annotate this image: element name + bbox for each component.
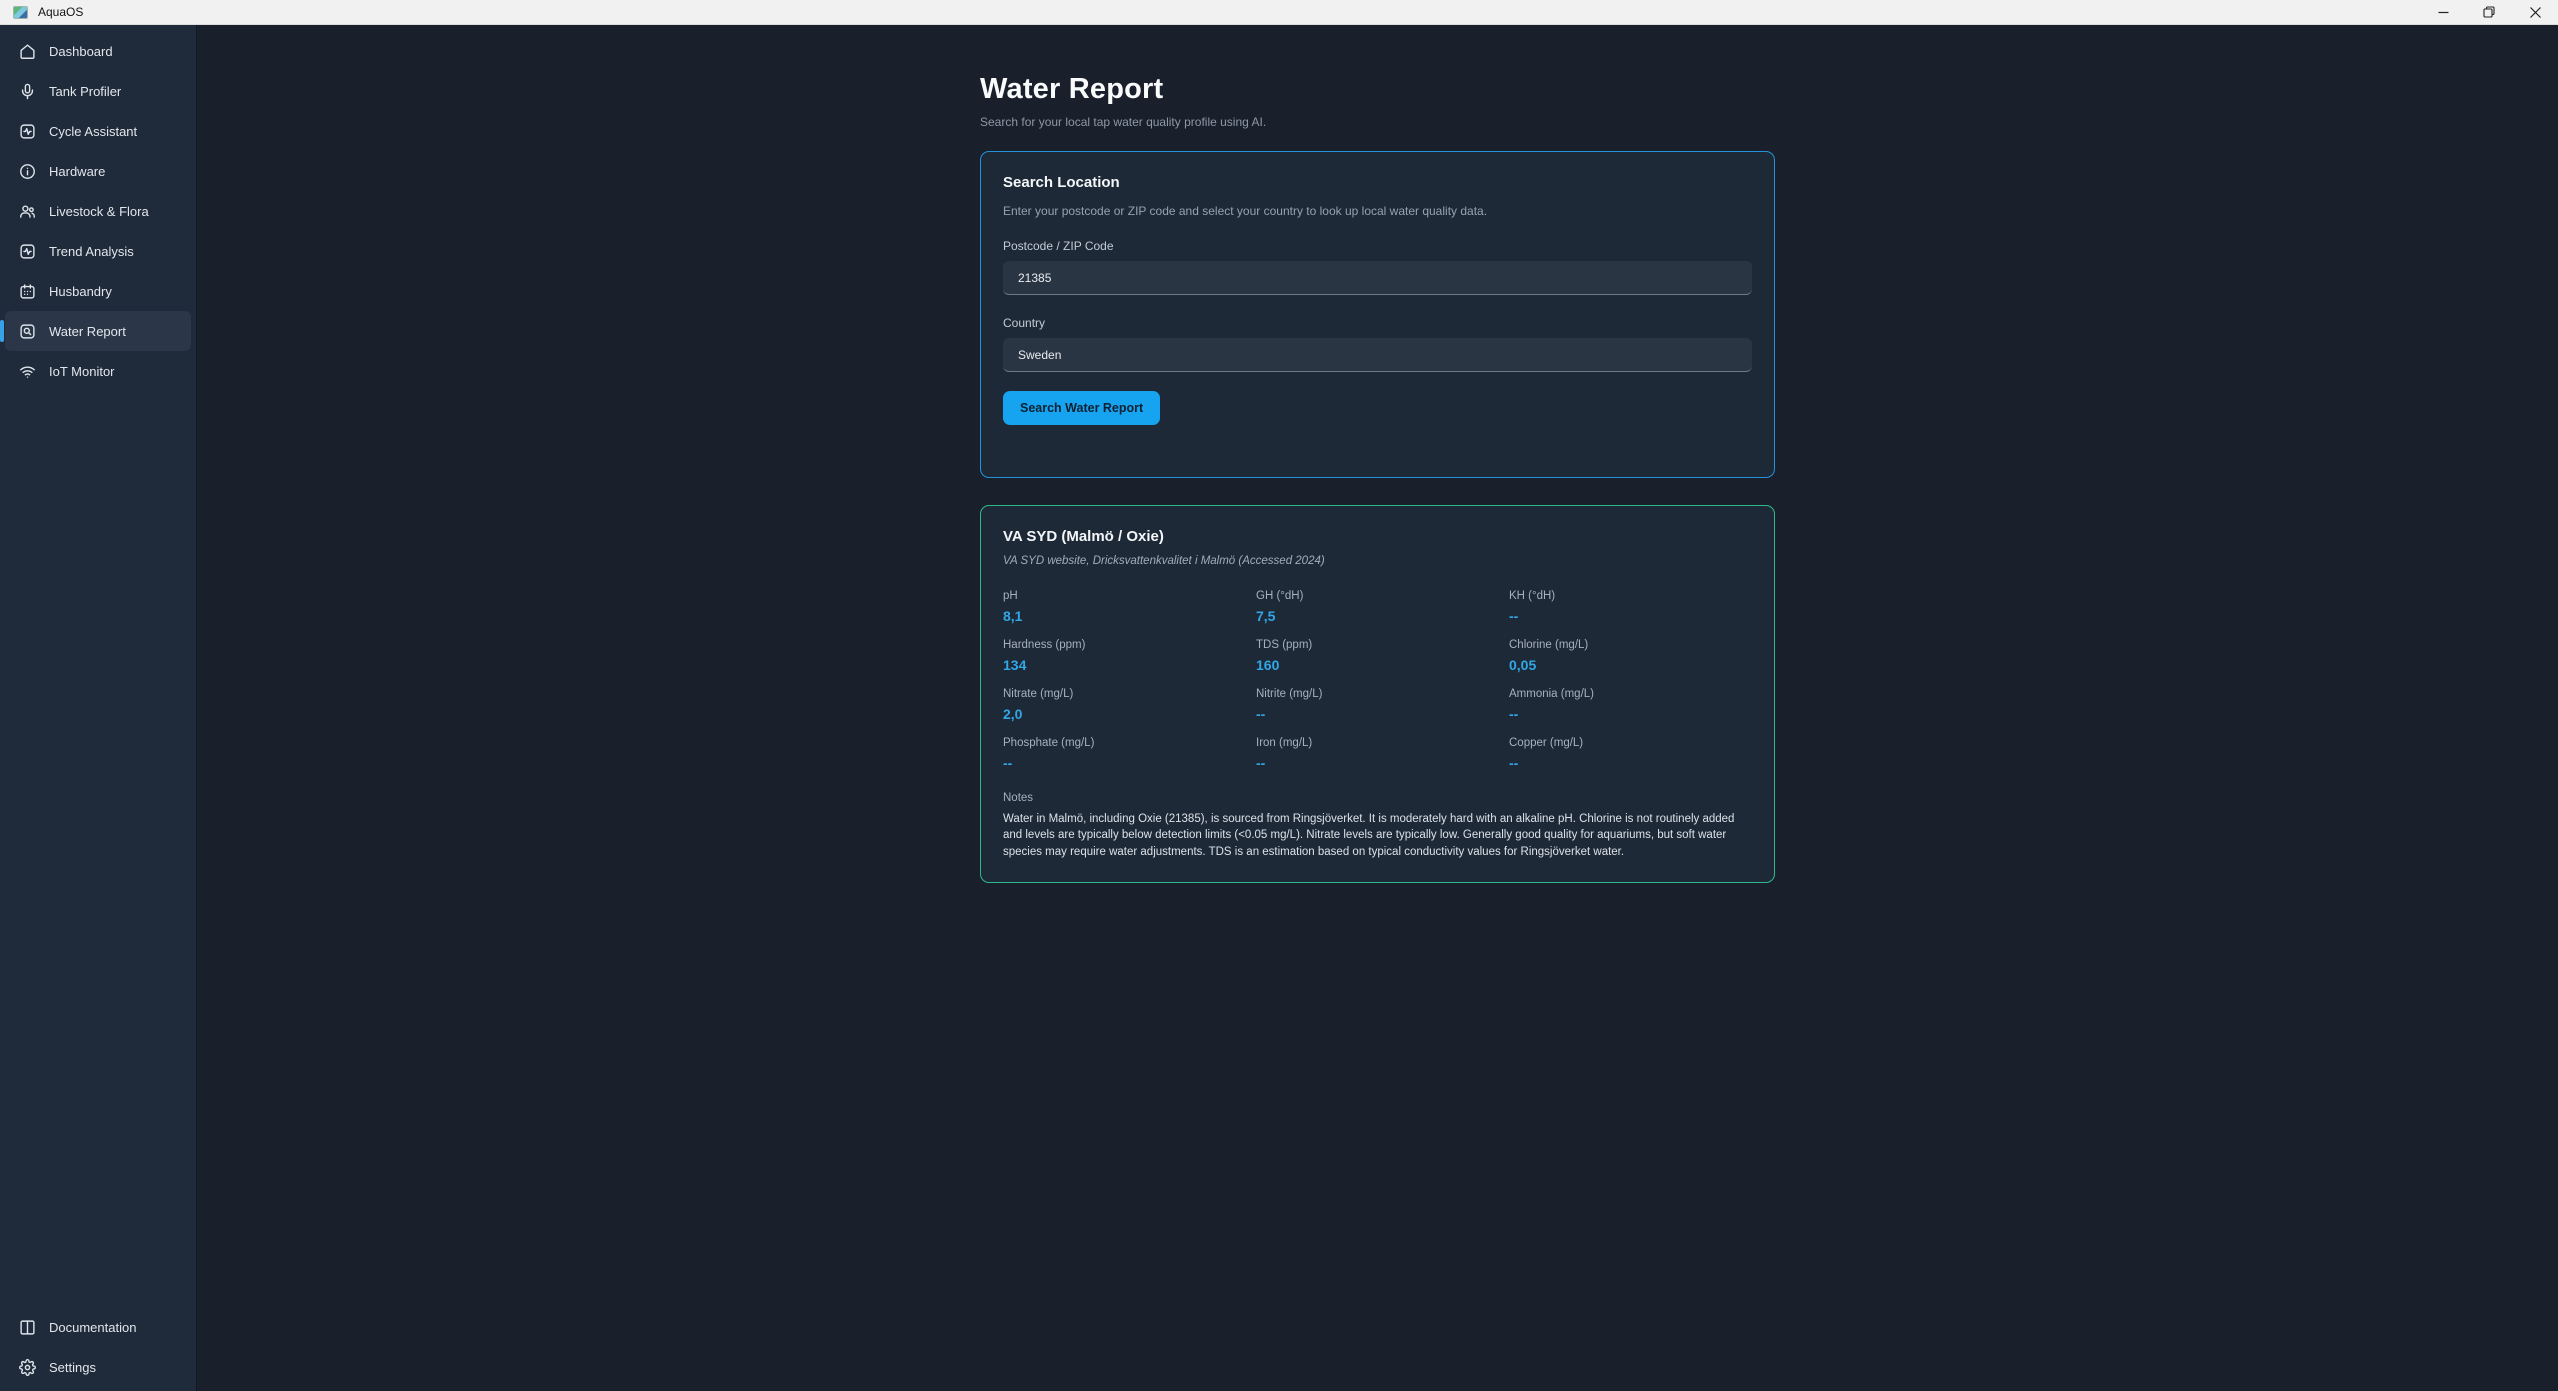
info-circle-icon [19, 163, 36, 180]
sidebar-item-label: Dashboard [49, 44, 113, 59]
activity-square-icon [19, 243, 36, 260]
parameter-cell: Hardness (ppm) 134 [1003, 639, 1246, 673]
parameter-cell: Copper (mg/L) -- [1509, 737, 1752, 771]
sidebar-item-label: Tank Profiler [49, 84, 121, 99]
parameter-label: KH (°dH) [1509, 590, 1752, 602]
sidebar-spacer [0, 391, 196, 1307]
country-label: Country [1003, 316, 1752, 330]
search-card-title: Search Location [1003, 174, 1752, 191]
sidebar-item-documentation[interactable]: Documentation [5, 1307, 191, 1347]
sidebar-item-husbandry[interactable]: Husbandry [5, 271, 191, 311]
notes-text: Water in Malmö, including Oxie (21385), … [1003, 811, 1752, 860]
sidebar-item-trend-analysis[interactable]: Trend Analysis [5, 231, 191, 271]
parameter-cell: GH (°dH) 7,5 [1256, 590, 1499, 624]
gear-icon [19, 1359, 36, 1376]
sidebar-item-iot-monitor[interactable]: IoT Monitor [5, 351, 191, 391]
titlebar: AquaOS [0, 0, 2558, 25]
app-icon [13, 6, 28, 19]
window-title: AquaOS [38, 5, 83, 19]
parameter-value: -- [1256, 755, 1499, 771]
maximize-button[interactable] [2466, 0, 2512, 25]
sidebar-item-settings[interactable]: Settings [5, 1347, 191, 1387]
minimize-icon [2438, 7, 2449, 18]
parameter-label: Nitrate (mg/L) [1003, 688, 1246, 700]
parameter-label: Copper (mg/L) [1509, 737, 1752, 749]
parameter-value: 0,05 [1509, 657, 1752, 673]
users-icon [19, 203, 36, 220]
notes-label: Notes [1003, 792, 1752, 804]
parameter-value: -- [1003, 755, 1246, 771]
parameter-cell: KH (°dH) -- [1509, 590, 1752, 624]
sidebar-item-dashboard[interactable]: Dashboard [5, 31, 191, 71]
search-water-report-button[interactable]: Search Water Report [1003, 391, 1160, 425]
parameter-label: Ammonia (mg/L) [1509, 688, 1752, 700]
parameter-cell: Phosphate (mg/L) -- [1003, 737, 1246, 771]
parameter-label: Phosphate (mg/L) [1003, 737, 1246, 749]
columns-icon [19, 1319, 36, 1336]
page-title: Water Report [980, 73, 1775, 106]
report-source: VA SYD website, Dricksvattenkvalitet i M… [1003, 555, 1752, 567]
restore-icon [2483, 6, 2495, 18]
parameter-label: Nitrite (mg/L) [1256, 688, 1499, 700]
activity-square-icon [19, 123, 36, 140]
parameter-value: 7,5 [1256, 608, 1499, 624]
sidebar-item-label: Husbandry [49, 284, 112, 299]
microphone-icon [19, 83, 36, 100]
parameter-value: 8,1 [1003, 608, 1246, 624]
parameter-value: -- [1509, 755, 1752, 771]
report-title: VA SYD (Malmö / Oxie) [1003, 528, 1752, 545]
sidebar-item-label: Cycle Assistant [49, 124, 137, 139]
sidebar-item-livestock-flora[interactable]: Livestock & Flora [5, 191, 191, 231]
postcode-input[interactable] [1003, 261, 1752, 295]
sidebar-item-label: Water Report [49, 324, 126, 339]
wifi-icon [19, 363, 36, 380]
sidebar-item-hardware[interactable]: Hardware [5, 151, 191, 191]
parameter-value: -- [1509, 706, 1752, 722]
parameter-value: 134 [1003, 657, 1246, 673]
close-icon [2530, 7, 2541, 18]
parameter-cell: Nitrite (mg/L) -- [1256, 688, 1499, 722]
parameter-value: 2,0 [1003, 706, 1246, 722]
parameter-label: Chlorine (mg/L) [1509, 639, 1752, 651]
app-window: Dashboard Tank Profiler Cycle Assistant … [0, 25, 2558, 1391]
parameter-cell: TDS (ppm) 160 [1256, 639, 1499, 673]
sidebar-item-label: IoT Monitor [49, 364, 115, 379]
close-button[interactable] [2512, 0, 2558, 25]
search-square-icon [19, 323, 36, 340]
minimize-button[interactable] [2420, 0, 2466, 25]
parameter-grid: pH 8,1 GH (°dH) 7,5 KH (°dH) -- Hardness… [1003, 590, 1752, 771]
postcode-label: Postcode / ZIP Code [1003, 239, 1752, 253]
parameter-value: 160 [1256, 657, 1499, 673]
parameter-label: TDS (ppm) [1256, 639, 1499, 651]
sidebar-item-label: Documentation [49, 1320, 136, 1335]
parameter-cell: Chlorine (mg/L) 0,05 [1509, 639, 1752, 673]
parameter-cell: pH 8,1 [1003, 590, 1246, 624]
main-area: Water Report Search for your local tap w… [197, 25, 2558, 1391]
sidebar-item-label: Hardware [49, 164, 105, 179]
home-icon [19, 43, 36, 60]
sidebar-item-cycle-assistant[interactable]: Cycle Assistant [5, 111, 191, 151]
parameter-label: pH [1003, 590, 1246, 602]
calendar-icon [19, 283, 36, 300]
sidebar: Dashboard Tank Profiler Cycle Assistant … [0, 25, 197, 1391]
parameter-cell: Ammonia (mg/L) -- [1509, 688, 1752, 722]
parameter-value: -- [1509, 608, 1752, 624]
search-location-card: Search Location Enter your postcode or Z… [980, 151, 1775, 478]
parameter-label: GH (°dH) [1256, 590, 1499, 602]
parameter-label: Iron (mg/L) [1256, 737, 1499, 749]
water-report-result-card: VA SYD (Malmö / Oxie) VA SYD website, Dr… [980, 505, 1775, 883]
country-input[interactable] [1003, 338, 1752, 372]
sidebar-item-water-report[interactable]: Water Report [5, 311, 191, 351]
parameter-cell: Iron (mg/L) -- [1256, 737, 1499, 771]
parameter-value: -- [1256, 706, 1499, 722]
page-subtitle: Search for your local tap water quality … [980, 115, 1775, 129]
parameter-cell: Nitrate (mg/L) 2,0 [1003, 688, 1246, 722]
search-card-description: Enter your postcode or ZIP code and sele… [1003, 204, 1752, 218]
sidebar-item-label: Trend Analysis [49, 244, 134, 259]
sidebar-item-label: Settings [49, 1360, 96, 1375]
parameter-label: Hardness (ppm) [1003, 639, 1246, 651]
sidebar-item-tank-profiler[interactable]: Tank Profiler [5, 71, 191, 111]
sidebar-item-label: Livestock & Flora [49, 204, 149, 219]
